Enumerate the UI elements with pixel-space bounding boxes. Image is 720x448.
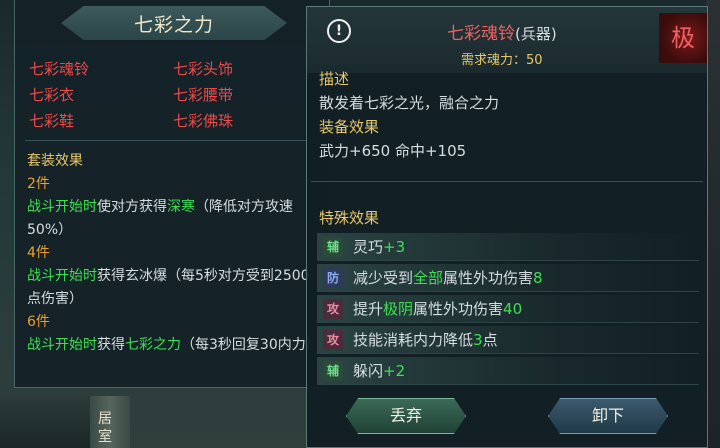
background-edge (706, 0, 720, 448)
special-effect-list: 辅 灵巧+3 防 减少受到全部属性外功伤害8 攻 提升极阴属性外功伤害40 攻 … (317, 233, 699, 388)
pillar-sign: 居室 (98, 411, 112, 445)
trigger-text: 战斗开始时 (27, 268, 97, 284)
effect-part: 属性外功伤害 (413, 300, 504, 318)
tier-label: 6件 (27, 314, 50, 330)
special-effect-row: 攻 提升极阴属性外功伤害40 (317, 295, 699, 323)
effect-text: 使对方获得 (97, 199, 167, 215)
description-heading: 描述 (319, 70, 350, 88)
effect-value: 40 (503, 300, 523, 318)
effect-name: 七彩之力 (125, 337, 181, 353)
defense-tag-icon: 防 (323, 267, 343, 288)
effect-highlight: 极阴 (383, 300, 414, 318)
trigger-text: 战斗开始时 (27, 337, 97, 353)
effect-part: 减少受到 (353, 269, 414, 287)
special-effect-text: 灵巧+3 (353, 236, 405, 257)
item-name: 七彩魂铃(兵器) (447, 19, 557, 44)
set-piece: 七彩衣 (29, 86, 75, 104)
effect-value: 3 (473, 331, 483, 349)
set-piece: 七彩魂铃 (29, 60, 90, 78)
trigger-text: 战斗开始时 (27, 199, 97, 215)
grade-badge: 极 (659, 13, 707, 63)
special-effect-text: 技能消耗内力降低3点 (353, 329, 498, 350)
special-effect-text: 躲闪+2 (353, 360, 405, 381)
tier-description: 战斗开始时获得七彩之力（每3秒回复30内力） (27, 334, 323, 357)
equip-effect-heading: 装备效果 (319, 118, 380, 136)
special-effect-row: 攻 技能消耗内力降低3点 (317, 326, 699, 354)
special-effect-row: 辅 躲闪+2 (317, 357, 699, 385)
effect-part: 提升 (353, 300, 384, 318)
bonus-heading: 套装效果 (27, 153, 83, 169)
effect-value: 8 (533, 269, 543, 287)
set-piece: 七彩鞋 (29, 112, 75, 130)
item-type: (兵器) (515, 25, 557, 43)
special-effect-row: 防 减少受到全部属性外功伤害8 (317, 264, 699, 292)
divider (311, 181, 703, 182)
set-piece-list: 七彩魂铃 七彩头饰 七彩衣 七彩腰带 七彩鞋 七彩佛珠 (29, 58, 319, 132)
tier-description: 战斗开始时获得玄冰爆（每5秒对方受到2500点伤害） (27, 265, 323, 311)
tier-label: 2件 (27, 176, 50, 192)
tier-label: 4件 (27, 245, 50, 261)
special-effect-heading: 特殊效果 (319, 209, 380, 227)
background-corner (0, 396, 90, 448)
effect-value: +3 (383, 238, 406, 256)
equip-effect-text: 武力+650 命中+105 (319, 142, 467, 160)
tier-description: 战斗开始时使对方获得深寒（降低对方攻速50%） (27, 196, 323, 242)
effect-highlight: 全部 (413, 269, 444, 287)
attack-tag-icon: 攻 (323, 298, 343, 319)
item-name-text: 七彩魂铃 (447, 24, 515, 44)
special-effect-text: 减少受到全部属性外功伤害8 (353, 267, 543, 288)
unequip-button[interactable]: 卸下 (548, 398, 668, 434)
effect-part: 点 (482, 331, 498, 349)
set-piece: 七彩头饰 (173, 60, 234, 78)
set-bonus-panel: 七彩之力 七彩魂铃 七彩头饰 七彩衣 七彩腰带 七彩鞋 七彩佛珠 套装效果 2件… (14, 0, 330, 388)
effect-name: 深寒 (167, 199, 195, 215)
effect-value: +2 (383, 362, 406, 380)
item-details: 描述 散发着七彩之光，融合之力 装备效果 武力+650 命中+105 (319, 67, 699, 163)
special-effect-text: 提升极阴属性外功伤害40 (353, 298, 522, 319)
effect-part: 灵巧 (353, 238, 384, 256)
description-text: 散发着七彩之光，融合之力 (319, 94, 500, 112)
soul-requirement: 需求魂力：50 (461, 53, 543, 68)
special-effect-row: 辅 灵巧+3 (317, 233, 699, 261)
discard-button[interactable]: 丢弃 (346, 398, 466, 434)
attack-tag-icon: 攻 (323, 329, 343, 350)
info-icon[interactable]: ! (327, 19, 351, 43)
set-title: 七彩之力 (133, 14, 214, 36)
effect-text: 获得 (97, 337, 125, 353)
divider (25, 140, 321, 141)
assist-tag-icon: 辅 (323, 360, 343, 381)
effect-part: 技能消耗内力降低 (353, 331, 474, 349)
effect-part: 属性外功伤害 (443, 269, 534, 287)
assist-tag-icon: 辅 (323, 236, 343, 257)
set-piece: 七彩腰带 (173, 86, 234, 104)
item-tooltip-panel: ! 七彩魂铃(兵器) 极 需求魂力：50 描述 散发着七彩之光，融合之力 装备效… (306, 6, 708, 448)
effect-part: 躲闪 (353, 362, 384, 380)
set-bonus-section: 套装效果 2件 战斗开始时使对方获得深寒（降低对方攻速50%） 4件 战斗开始时… (27, 150, 323, 357)
effect-text: （每3秒回复30内力） (181, 337, 320, 353)
set-piece: 七彩佛珠 (173, 112, 234, 130)
